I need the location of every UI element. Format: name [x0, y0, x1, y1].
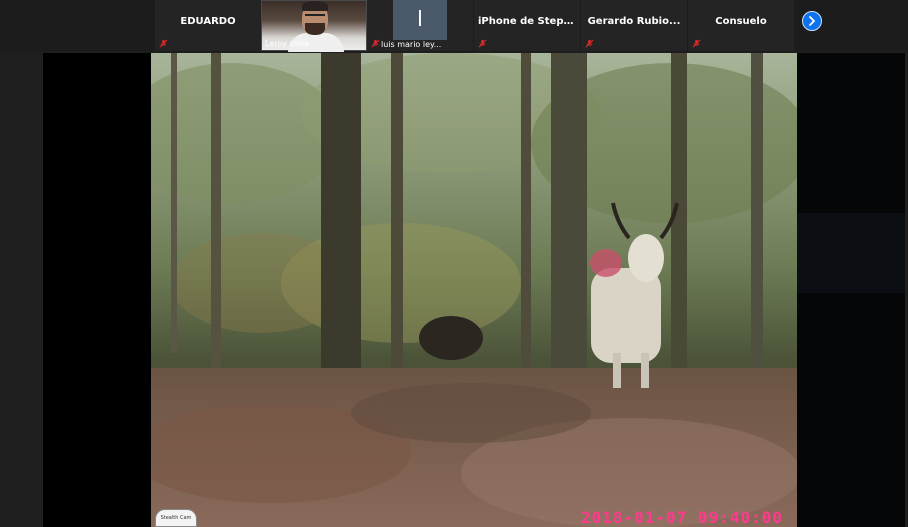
participant-name: luis mario ley...: [381, 40, 442, 49]
mic-muted-icon: [692, 39, 701, 48]
participant-name: EDUARDO: [180, 16, 236, 27]
avatar: l: [393, 0, 447, 40]
mic-muted-icon: [371, 39, 380, 48]
next-page-button[interactable]: [802, 11, 822, 31]
photo-timestamp: 2018-01-07 09:40:00: [580, 508, 783, 527]
participant-name: iPhone de Steph...: [478, 16, 580, 27]
shared-screen-margin: [797, 53, 905, 527]
participant-name: Leroy soria: [265, 39, 309, 48]
participant-tile-luis[interactable]: l luis mario ley...: [367, 0, 473, 51]
camera-brand-logo: Stealth Cam: [155, 509, 197, 527]
participant-tile-gerardo[interactable]: Gerardo Rubio...: [581, 0, 687, 51]
participant-tile-consuelo[interactable]: Consuelo: [688, 0, 794, 51]
mic-muted-icon: [478, 39, 487, 48]
boar-shape: [419, 316, 483, 360]
participant-tile-iphone[interactable]: iPhone de Steph...: [474, 0, 580, 51]
participant-name: Gerardo Rubio...: [587, 16, 681, 27]
participant-name: Consuelo: [715, 16, 767, 27]
participant-strip: EDUARDO Leroy soria l luis mario ley... …: [0, 0, 908, 52]
mic-muted-icon: [585, 39, 594, 48]
mic-muted-icon: [159, 39, 168, 48]
chevron-right-icon: [809, 16, 816, 26]
participant-tile-eduardo[interactable]: EDUARDO: [155, 0, 261, 51]
forest-scene: [151, 53, 797, 527]
participant-tile-leroy[interactable]: Leroy soria: [261, 0, 367, 52]
trail-camera-photo: Stealth Cam 2018-01-07 09:40:00: [151, 53, 797, 527]
